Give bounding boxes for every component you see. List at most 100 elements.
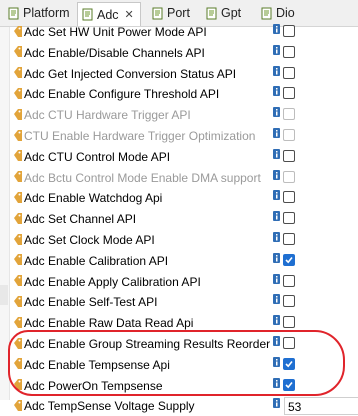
checkbox-checked[interactable] [283,357,295,370]
property-label-text: Adc Enable Apply Calibration API [24,274,201,289]
tab-port[interactable]: Port [148,2,202,24]
checkbox[interactable] [283,274,295,287]
tag-icon [14,25,22,37]
info-marker-icon [273,232,280,242]
checkbox[interactable] [283,337,295,349]
number-input[interactable]: 53 [284,397,358,416]
tab-dio-label: Dio [276,6,295,20]
property-label-text: Adc Enable Tempsense Api [24,357,170,372]
config-file-icon [206,7,217,19]
property-row: CTU Enable Hardware Trigger Optimization [14,126,358,146]
property-label-text: Adc CTU Hardware Trigger API [24,108,191,123]
property-label-text: Adc Get Injected Conversion Status API [24,66,237,81]
checkbox[interactable] [283,149,295,162]
property-row: Adc Enable Calibration API [14,251,358,271]
tag-icon [14,358,22,370]
property-row: Adc Bctu Control Mode Enable DMA support [14,168,358,188]
property-row: Adc CTU Hardware Trigger API [14,105,358,125]
property-label: Adc TempSense Voltage Supply [14,396,195,416]
tab-port-label: Port [167,6,190,20]
property-row: Adc Enable/Disable Channels API [14,43,358,63]
tag-icon [14,295,22,307]
gutter-mark [0,285,8,305]
info-marker-icon [273,169,280,180]
checkbox[interactable] [283,66,295,79]
property-row: Adc Enable Tempsense Api [14,355,358,375]
info-marker-icon [273,211,280,222]
tag-icon [14,129,22,141]
property-label: Adc CTU Control Mode API [14,147,170,167]
info-marker-icon [273,148,280,159]
property-row: Adc Enable Group Streaming Results Reord… [14,334,358,354]
info-marker-icon [273,190,280,201]
config-file-icon [82,8,93,21]
tag-icon [14,67,22,79]
property-row: Adc Enable Raw Data Read Api [14,313,358,333]
tab-adc-label: Adc [97,7,119,22]
close-tab-icon[interactable]: ✕ [125,8,134,21]
property-row: Adc Set Channel API [14,209,358,229]
info-marker-icon [273,128,280,138]
info-marker-icon [273,356,280,367]
property-label: Adc Set Channel API [14,209,136,229]
property-label-text: Adc Enable/Disable Channels API [24,45,205,60]
property-label: Adc Enable Self-Test API [14,292,157,312]
property-label-text: Adc CTU Control Mode API [24,149,171,164]
checkbox[interactable] [283,316,295,329]
property-label: Adc Enable Tempsense Api [14,355,170,375]
property-label-text: CTU Enable Hardware Trigger Optimization [24,129,256,143]
property-label: CTU Enable Hardware Trigger Optimization [14,126,255,146]
property-label: Adc Set Clock Mode API [14,230,155,250]
config-file-icon [261,7,272,19]
checkbox[interactable] [283,25,295,37]
left-gutter [0,27,10,400]
checkbox[interactable] [283,45,295,58]
tab-gpt[interactable]: Gpt [202,2,254,24]
tab-dio[interactable]: Dio [257,2,309,24]
property-label: Adc Enable Configure Threshold API [14,84,219,104]
property-label: Adc Set HW Unit Power Mode API [14,22,207,42]
property-label: Adc CTU Hardware Trigger API [14,105,191,125]
property-label: Adc Enable/Disable Channels API [14,43,205,63]
property-label-text: Adc Set Channel API [24,212,137,227]
property-row: Adc Enable Configure Threshold API [14,84,358,104]
checkbox[interactable] [283,87,295,100]
tag-icon [14,46,22,58]
property-label-text: Adc Enable Self-Test API [24,295,158,310]
tag-icon [14,150,22,162]
info-marker-icon [273,107,280,118]
tag-icon [14,275,22,287]
property-row: Adc Set HW Unit Power Mode API [14,22,358,42]
tag-icon [14,87,22,99]
info-marker-icon [273,44,280,55]
property-row: Adc Set Clock Mode API [14,230,358,250]
property-label-text: Adc Enable Configure Threshold API [24,87,220,102]
info-marker-icon [273,377,280,388]
property-label: Adc Enable Watchdog Api [14,188,162,208]
config-file-icon [8,7,19,19]
tag-icon [14,171,22,183]
property-label-text: Adc TempSense Voltage Supply [24,399,195,414]
checkbox[interactable] [283,191,295,204]
checkbox[interactable] [283,295,295,308]
checkbox [283,129,295,141]
tag-icon [14,379,22,391]
property-row: Adc Enable Apply Calibration API [14,272,358,292]
property-label: Adc Enable Raw Data Read Api [14,313,193,333]
property-label-text: Adc Bctu Control Mode Enable DMA support [24,170,261,185]
info-marker-icon [273,273,280,284]
property-row: Adc PowerOn Tempsense [14,376,358,396]
checkbox-checked[interactable] [283,378,295,391]
info-marker-icon [273,294,280,305]
property-label: Adc Enable Calibration API [14,251,168,271]
tag-icon [14,337,22,349]
property-label: Adc Enable Group Streaming Results Reord… [14,334,270,354]
tag-icon [14,108,22,120]
checkbox-checked[interactable] [283,253,295,266]
checkbox[interactable] [283,212,295,225]
property-label: Adc Get Injected Conversion Status API [14,64,236,84]
tag-icon [14,233,22,245]
tab-platform[interactable]: Platform [4,2,76,24]
config-file-icon [152,7,163,19]
checkbox[interactable] [283,233,295,245]
